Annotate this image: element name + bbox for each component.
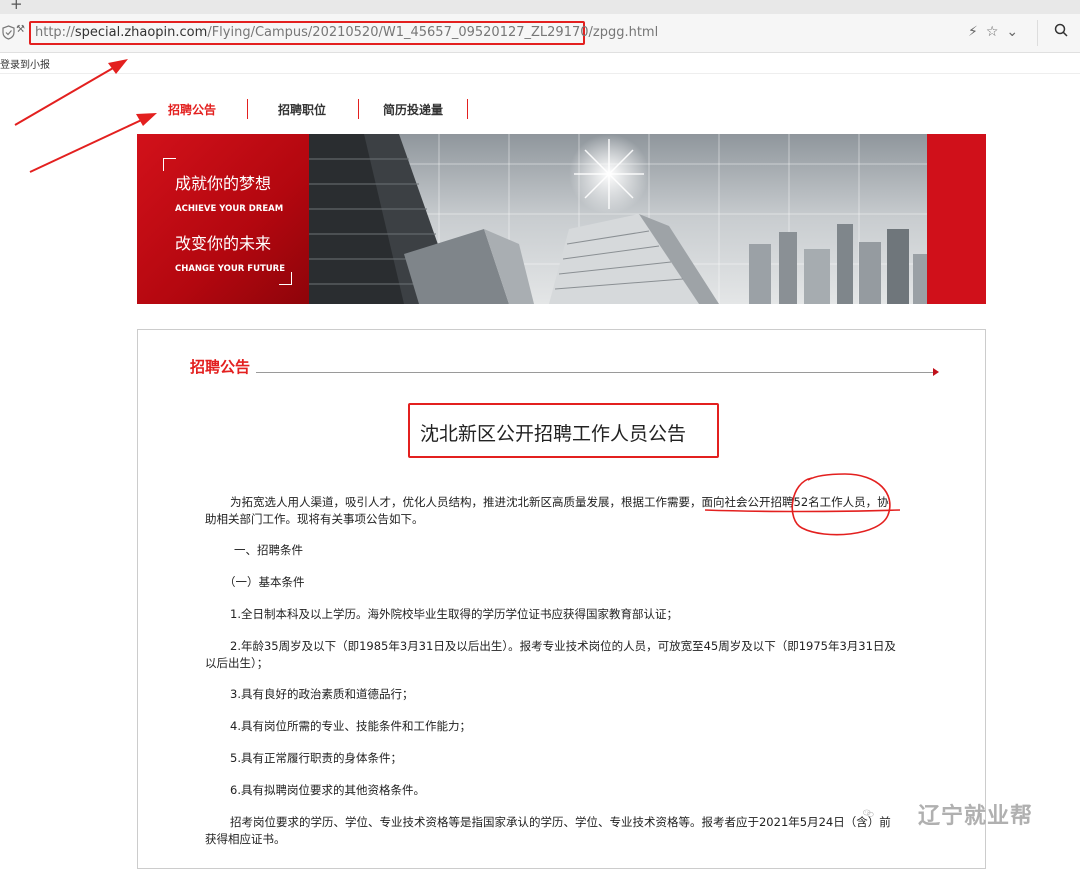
announcement-panel: 招聘公告 沈北新区公开招聘工作人员公告 为拓宽选人用人渠道，吸引人才，优化人员结… bbox=[137, 329, 986, 869]
intro-line-1: 为拓宽选人用人渠道，吸引人才，优化人员结构，推进沈北新区高质量发展，根据工作需要… bbox=[230, 494, 889, 511]
slogan-future-en: CHANGE YOUR FUTURE bbox=[175, 264, 286, 274]
nav-separator bbox=[247, 99, 248, 119]
banner-slogan-panel: 成就你的梦想 ACHIEVE YOUR DREAM 改变你的未来 CHANGE … bbox=[137, 134, 309, 304]
condition-note: 招考岗位要求的学历、学位、专业技术资格等是指国家承认的学历、学位、专业技术资格等… bbox=[230, 815, 891, 829]
intro-text-tail: ，协 bbox=[865, 495, 889, 509]
address-actions: ⚡☆⌄ bbox=[968, 24, 1026, 40]
hero-banner: 成就你的梦想 ACHIEVE YOUR DREAM 改变你的未来 CHANGE … bbox=[137, 134, 986, 304]
intro-text: 为拓宽选人用人渠道，吸引人才，优化人员结构，推进沈北新区高质量发展，根据工作需要… bbox=[230, 495, 702, 509]
search-icon[interactable] bbox=[1054, 23, 1068, 37]
highlighted-quota: 面向社会公开招聘52名工作人员 bbox=[701, 495, 866, 509]
condition-item: 4.具有岗位所需的专业、技能条件和工作能力； bbox=[230, 719, 471, 733]
condition-item-cont: 以后出生）； bbox=[205, 656, 269, 670]
slogan-dream-en: ACHIEVE YOUR DREAM bbox=[175, 204, 284, 214]
url-prefix: http:// bbox=[35, 25, 75, 40]
chevron-down-icon[interactable]: ⌄ bbox=[1006, 24, 1026, 40]
condition-note-cont: 获得相应证书。 bbox=[205, 832, 286, 846]
intro-line-2: 助相关部门工作。现将有关事项公告如下。 bbox=[205, 512, 424, 526]
nav-item-positions[interactable]: 招聘职位 bbox=[278, 101, 326, 118]
condition-item: 2.年龄35周岁及以下（即1985年3月31日及以后出生）。报考专业技术岗位的人… bbox=[230, 639, 896, 653]
banner-red-strip bbox=[927, 134, 986, 304]
url-domain: special.zhaopin.com bbox=[74, 25, 208, 40]
nav-item-announcement[interactable]: 招聘公告 bbox=[168, 101, 216, 118]
star-icon[interactable]: ☆ bbox=[986, 24, 1007, 40]
page-title: 沈北新区公开招聘工作人员公告 bbox=[420, 423, 687, 445]
new-tab-button[interactable]: + bbox=[10, 0, 23, 12]
skyscraper-image bbox=[309, 134, 927, 304]
slogan-future: 改变你的未来 bbox=[175, 234, 272, 253]
divider bbox=[1037, 20, 1038, 46]
nav-separator bbox=[467, 99, 468, 119]
watermark-text: 辽宁就业帮 bbox=[918, 804, 1034, 829]
bookmarks-bar: 登录到小报 bbox=[0, 53, 1080, 74]
section-heading: 一、招聘条件 bbox=[234, 543, 303, 557]
section-title: 招聘公告 bbox=[190, 358, 251, 376]
corner-bracket bbox=[279, 272, 292, 285]
nav-item-resume-count[interactable]: 简历投递量 bbox=[383, 101, 443, 118]
url-field[interactable]: http://special.zhaopin.com/Flying/Campus… bbox=[35, 25, 658, 40]
slogan-dream: 成就你的梦想 bbox=[175, 174, 272, 193]
wechat-icon bbox=[863, 809, 874, 817]
subsection-heading: （一）基本条件 bbox=[224, 575, 305, 589]
shield-icon[interactable] bbox=[2, 25, 15, 40]
site-nav: 招聘公告 招聘职位 简历投递量 bbox=[137, 97, 497, 121]
site-info-icon[interactable]: ⚒ bbox=[16, 24, 25, 35]
address-bar: ⚒ http://special.zhaopin.com/Flying/Camp… bbox=[0, 14, 1080, 53]
nav-separator bbox=[358, 99, 359, 119]
lightning-icon[interactable]: ⚡ bbox=[968, 24, 986, 40]
tab-strip: + bbox=[0, 0, 1080, 14]
condition-item: 6.具有拟聘岗位要求的其他资格条件。 bbox=[230, 783, 425, 797]
condition-item: 3.具有良好的政治素质和道德品行； bbox=[230, 687, 414, 701]
condition-item: 1.全日制本科及以上学历。海外院校毕业生取得的学历学位证书应获得国家教育部认证； bbox=[230, 607, 678, 621]
bookmark-item[interactable]: 登录到小报 bbox=[0, 56, 50, 71]
url-path: /Flying/Campus/20210520/W1_45657_0952012… bbox=[207, 25, 659, 40]
section-divider bbox=[256, 372, 933, 373]
arrow-right-icon bbox=[933, 368, 939, 376]
condition-item: 5.具有正常履行职责的身体条件； bbox=[230, 751, 402, 765]
